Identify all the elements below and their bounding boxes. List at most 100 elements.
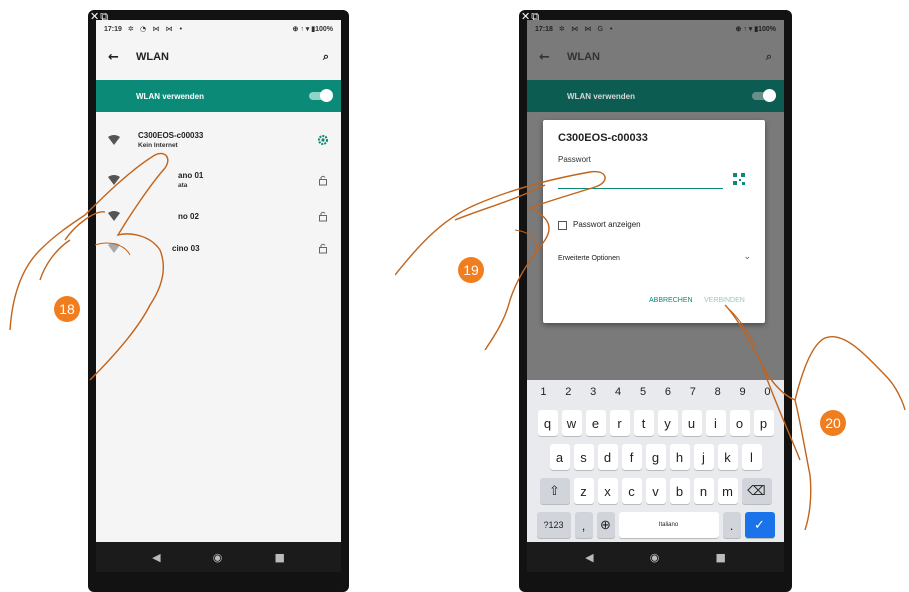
network-row-2[interactable]: no 02 <box>96 200 341 232</box>
network-name: ano 01 <box>178 171 204 180</box>
key[interactable]: d <box>597 444 618 470</box>
chevron-down-icon[interactable]: ⌄ <box>743 252 751 262</box>
keyboard-number-row: 1 2 3 4 5 6 7 8 9 0 <box>527 386 784 404</box>
space-key[interactable]: Italiano <box>618 512 719 538</box>
dialog-title: C300EOS-c00033 <box>558 132 648 144</box>
network-name: C300EOS-c00033 <box>138 131 204 140</box>
key[interactable]: n <box>693 478 714 504</box>
key[interactable]: u <box>681 410 702 436</box>
period-key[interactable]: . <box>722 512 741 538</box>
key[interactable]: m <box>717 478 738 504</box>
key[interactable]: y <box>657 410 678 436</box>
comma-key[interactable]: , <box>574 512 593 538</box>
key-num[interactable]: 7 <box>690 386 696 404</box>
back-arrow-icon[interactable]: ← <box>539 50 567 65</box>
key[interactable]: v <box>645 478 666 504</box>
network-row-1[interactable]: ano 01 ata <box>96 160 341 200</box>
wlan-toggle-label: WLAN verwenden <box>567 91 636 101</box>
network-text: cino 03 <box>138 244 317 253</box>
key[interactable]: c <box>621 478 642 504</box>
advanced-options-label[interactable]: Erweiterte Optionen <box>558 255 620 262</box>
page-title: WLAN <box>136 51 169 63</box>
wlan-toggle-row[interactable]: WLAN verwenden <box>527 80 784 112</box>
network-status: Kein Internet <box>138 142 178 149</box>
cancel-button[interactable]: ABBRECHEN <box>649 297 693 304</box>
network-row-3[interactable]: cino 03 <box>96 232 341 264</box>
search-icon[interactable]: ⌕ <box>323 50 329 64</box>
nav-recents-icon[interactable]: ■ <box>716 551 726 564</box>
keyboard-row-4: ?123 , ⊕ Italiano . ✓ <box>527 512 784 538</box>
key[interactable]: h <box>669 444 690 470</box>
globe-icon[interactable]: ⊕ <box>596 512 615 538</box>
key-num[interactable]: 5 <box>640 386 646 404</box>
enter-key[interactable]: ✓ <box>744 512 775 538</box>
nav-back-icon[interactable]: ◀ <box>585 551 593 564</box>
keyboard-row-2: a s d f g h j k l <box>527 444 784 470</box>
status-bar: 17:19 ✲ ◔ ⋈ ⋈ • ⊕ ↑ ▾ ▮100% <box>96 20 341 38</box>
key-num[interactable]: 4 <box>615 386 621 404</box>
keyboard: 1 2 3 4 5 6 7 8 9 0 q w e r t y u i o p … <box>527 380 784 562</box>
wlan-switch[interactable] <box>309 89 333 102</box>
status-time: 17:18 <box>535 25 553 33</box>
qr-scan-icon[interactable] <box>733 173 745 185</box>
nav-bar: ◀ ◉ ■ <box>527 542 784 572</box>
nav-recents-icon[interactable]: ■ <box>275 551 285 564</box>
shift-key[interactable]: ⇧ <box>539 478 570 504</box>
nav-home-icon[interactable]: ◉ <box>213 551 223 564</box>
show-password-label: Passwort anzeigen <box>573 220 641 229</box>
network-text: ano 01 ata <box>138 171 317 189</box>
network-row-c300eos[interactable]: C300EOS-c00033 Kein Internet <box>96 120 341 160</box>
network-name: cino 03 <box>172 243 200 253</box>
key[interactable]: b <box>669 478 690 504</box>
key-num[interactable]: 9 <box>740 386 746 404</box>
status-icons: ✲ ◔ ⋈ ⋈ • <box>127 25 185 33</box>
connect-button[interactable]: VERBINDEN <box>704 297 745 304</box>
key[interactable]: j <box>693 444 714 470</box>
back-arrow-icon[interactable]: ← <box>108 50 136 65</box>
key[interactable]: q <box>537 410 558 436</box>
key[interactable]: e <box>585 410 606 436</box>
key-num[interactable]: 8 <box>715 386 721 404</box>
key[interactable]: a <box>549 444 570 470</box>
status-icons: ✲ ⋈ ⋈ G • <box>558 25 616 33</box>
wifi-icon <box>108 211 120 221</box>
app-bar: ← WLAN ⌕ <box>527 40 784 74</box>
key[interactable]: r <box>609 410 630 436</box>
backspace-key[interactable]: ⌫ <box>741 478 772 504</box>
key-num[interactable]: 6 <box>665 386 671 404</box>
step-badge-18: 18 <box>54 296 80 322</box>
wifi-icon <box>108 175 120 185</box>
lock-icon <box>319 211 327 222</box>
key[interactable]: o <box>729 410 750 436</box>
key[interactable]: p <box>753 410 774 436</box>
key[interactable]: i <box>705 410 726 436</box>
left-phone: ✕⧉ 17:19 ✲ ◔ ⋈ ⋈ • ⊕ ↑ ▾ ▮100% ← WLAN ⌕ … <box>88 10 349 592</box>
password-label: Passwort <box>558 155 591 164</box>
nav-home-icon[interactable]: ◉ <box>650 551 660 564</box>
wifi-icon <box>108 243 120 253</box>
key-num[interactable]: 1 <box>540 386 546 404</box>
key[interactable]: w <box>561 410 582 436</box>
nav-back-icon[interactable]: ◀ <box>152 551 160 564</box>
key[interactable]: t <box>633 410 654 436</box>
key[interactable]: s <box>573 444 594 470</box>
status-time: 17:19 <box>104 25 122 33</box>
key[interactable]: z <box>573 478 594 504</box>
key[interactable]: g <box>645 444 666 470</box>
key-num[interactable]: 0 <box>764 386 770 404</box>
key-num[interactable]: 3 <box>590 386 596 404</box>
symbols-key[interactable]: ?123 <box>536 512 571 538</box>
key[interactable]: x <box>597 478 618 504</box>
key[interactable]: k <box>717 444 738 470</box>
gear-icon[interactable] <box>317 134 329 146</box>
key-num[interactable]: 2 <box>565 386 571 404</box>
network-text: no 02 <box>138 212 317 221</box>
left-screen: 17:19 ✲ ◔ ⋈ ⋈ • ⊕ ↑ ▾ ▮100% ← WLAN ⌕ WLA… <box>96 20 341 572</box>
password-input[interactable] <box>558 170 723 189</box>
show-password-checkbox[interactable] <box>558 221 567 230</box>
key[interactable]: l <box>741 444 762 470</box>
key[interactable]: f <box>621 444 642 470</box>
wlan-switch[interactable] <box>752 89 776 102</box>
wlan-toggle-row[interactable]: WLAN verwenden <box>96 80 341 112</box>
search-icon[interactable]: ⌕ <box>766 50 772 64</box>
